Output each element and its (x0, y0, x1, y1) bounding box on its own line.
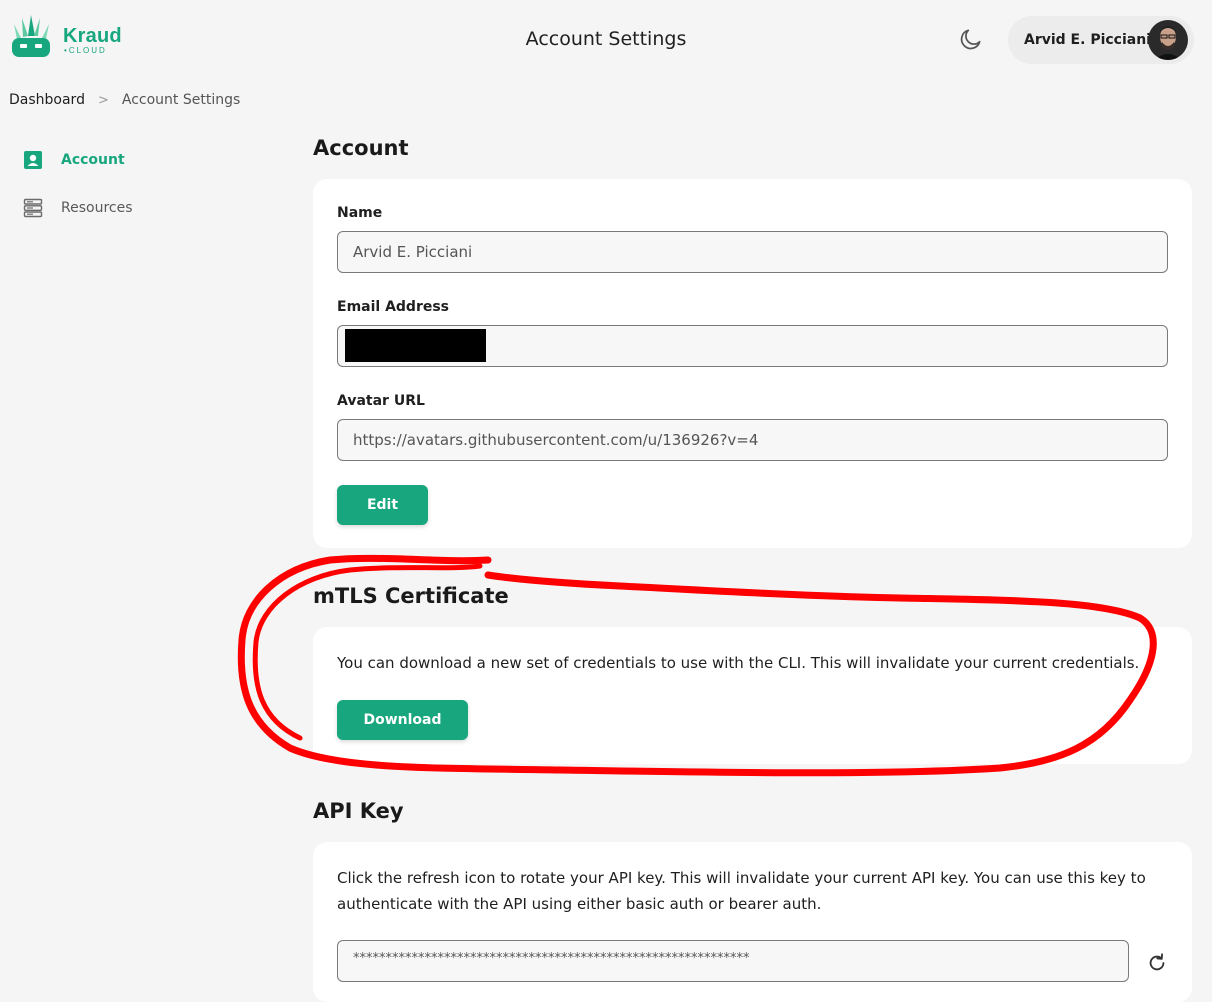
apikey-value: ****************************************… (353, 951, 750, 966)
breadcrumb-separator: > (97, 92, 109, 108)
moon-icon[interactable] (958, 26, 984, 52)
email-field[interactable] (337, 325, 1168, 367)
apikey-card: Click the refresh icon to rotate your AP… (313, 842, 1192, 1002)
account-card: Name Arvid E. Picciani Email Address Ava… (313, 179, 1192, 548)
name-field-value: Arvid E. Picciani (353, 243, 473, 261)
download-button[interactable]: Download (337, 700, 468, 740)
avatar-url-label: Avatar URL (337, 393, 425, 409)
server-icon (22, 197, 44, 219)
apikey-description: Click the refresh icon to rotate your AP… (337, 869, 1146, 913)
avatar (1148, 20, 1188, 60)
user-name: Arvid E. Picciani (1024, 32, 1151, 48)
avatar-url-value: https://avatars.githubusercontent.com/u/… (353, 431, 759, 449)
apikey-section-title: API Key (313, 799, 404, 823)
sidebar: Account Resources (22, 146, 133, 242)
avatar-url-field[interactable]: https://avatars.githubusercontent.com/u/… (337, 419, 1168, 461)
sidebar-item-resources[interactable]: Resources (22, 194, 133, 222)
name-label: Name (337, 205, 383, 221)
top-bar: Kraud •CLOUD Account Settings Arvid E. P… (0, 0, 1212, 80)
account-section-title: Account (313, 136, 409, 160)
sidebar-item-label: Resources (61, 200, 133, 216)
email-label: Email Address (337, 299, 450, 315)
account-icon (22, 149, 44, 171)
breadcrumb-current: Account Settings (121, 92, 241, 108)
edit-button[interactable]: Edit (337, 485, 428, 525)
user-menu[interactable]: Arvid E. Picciani (1008, 16, 1194, 64)
refresh-icon[interactable] (1146, 952, 1168, 974)
breadcrumb: Dashboard > Account Settings (9, 92, 240, 108)
mtls-card: You can download a new set of credential… (313, 627, 1192, 764)
sidebar-item-label: Account (61, 152, 125, 168)
sidebar-item-account[interactable]: Account (22, 146, 133, 174)
redaction-box (345, 329, 486, 362)
name-field[interactable]: Arvid E. Picciani (337, 231, 1168, 273)
mtls-section-title: mTLS Certificate (313, 584, 509, 608)
mtls-description: You can download a new set of credential… (337, 654, 1140, 672)
breadcrumb-dashboard-link[interactable]: Dashboard (9, 92, 85, 108)
